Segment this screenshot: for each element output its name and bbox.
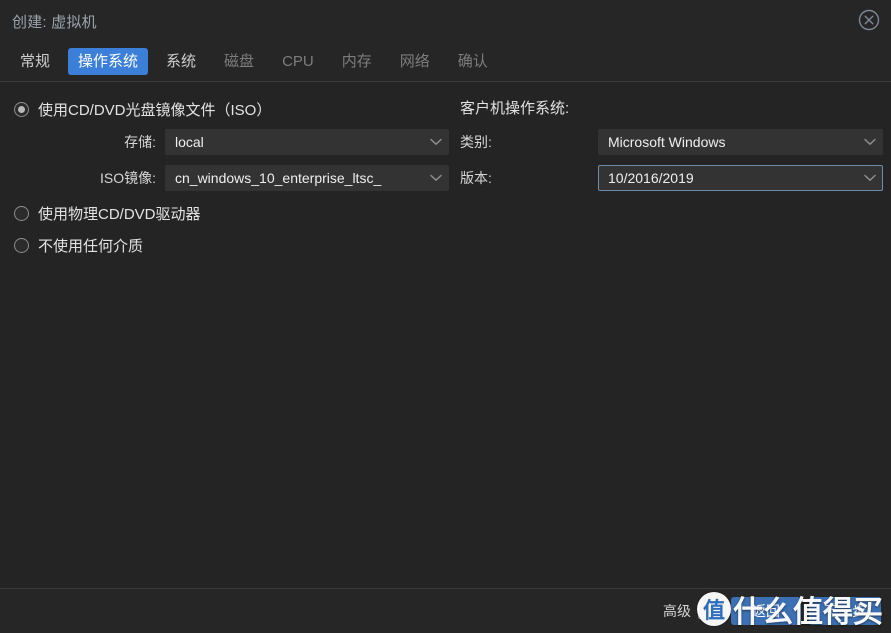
os-version-value: 10/2016/2019 [608,170,694,186]
chevron-down-icon [424,174,448,182]
tab-bar: 常规 操作系统 系统 磁盘 CPU 内存 网络 确认 [0,42,891,82]
iso-image-label: ISO镜像: [99,170,156,186]
tab-general[interactable]: 常规 [10,48,60,75]
advanced-checkbox[interactable] [698,603,713,619]
os-type-field-row: 类别: Microsoft Windows [459,128,891,156]
chevron-down-icon [858,138,882,146]
tab-system[interactable]: 系统 [156,48,206,75]
os-version-select[interactable]: 10/2016/2019 [598,165,883,191]
radio-iso-file-label: 使用CD/DVD光盘镜像文件（ISO） [38,101,272,119]
close-icon[interactable] [855,6,883,34]
storage-select[interactable]: local [165,129,449,155]
tab-cpu[interactable]: CPU [272,48,324,75]
radio-option-no-media[interactable]: 不使用任何介质 [14,232,455,258]
advanced-toggle[interactable]: 高级 [663,601,713,621]
media-column: 使用CD/DVD光盘镜像文件（ISO） 存储: local ISO镜像: cn_… [0,96,455,264]
radio-no-media-label: 不使用任何介质 [38,237,144,255]
iso-image-field-row: ISO镜像: cn_windows_10_enterprise_ltsc_ [14,164,455,192]
chevron-down-icon [424,138,448,146]
radio-no-media-indicator[interactable] [14,237,29,253]
content-columns: 使用CD/DVD光盘镜像文件（ISO） 存储: local ISO镜像: cn_… [0,96,891,264]
dialog-title: 创建: 虚拟机 [12,13,97,31]
radio-physical-drive-label: 使用物理CD/DVD驱动器 [38,205,201,223]
guest-os-section-title: 客户机操作系统: [460,100,570,117]
radio-option-iso-file[interactable]: 使用CD/DVD光盘镜像文件（ISO） [14,96,455,122]
os-type-label: 类别: [460,134,492,150]
next-button[interactable]: 下一步 [809,597,881,625]
dialog-footer: 高级 返回 下一步 值 什么值得买 [0,588,891,633]
tab-network[interactable]: 网络 [390,48,440,75]
dialog-content: 使用CD/DVD光盘镜像文件（ISO） 存储: local ISO镜像: cn_… [0,82,891,588]
tab-memory[interactable]: 内存 [332,48,382,75]
dialog-titlebar: 创建: 虚拟机 [0,0,891,42]
tab-disks[interactable]: 磁盘 [214,48,264,75]
os-type-select[interactable]: Microsoft Windows [598,129,883,155]
os-version-label: 版本: [460,170,492,186]
chevron-down-icon [858,174,882,182]
create-vm-dialog: 创建: 虚拟机 常规 操作系统 系统 磁盘 CPU 内存 网络 确认 使用CD/… [0,0,891,633]
radio-physical-drive-indicator[interactable] [14,205,29,221]
guest-os-column: 客户机操作系统: 类别: Microsoft Windows 版本: 10/20… [455,96,891,200]
iso-image-select[interactable]: cn_windows_10_enterprise_ltsc_ [165,165,449,191]
os-version-field-row: 版本: 10/2016/2019 [459,164,891,192]
storage-label: 存储: [124,134,156,150]
storage-value: local [175,134,204,150]
storage-field-row: 存储: local [14,128,455,156]
back-button[interactable]: 返回 [731,597,801,625]
radio-iso-file-indicator[interactable] [14,101,29,117]
advanced-label: 高级 [663,603,691,619]
tab-confirm[interactable]: 确认 [448,48,498,75]
radio-option-physical-drive[interactable]: 使用物理CD/DVD驱动器 [14,200,455,226]
os-type-value: Microsoft Windows [608,134,726,150]
tab-os[interactable]: 操作系统 [68,48,149,75]
iso-image-value: cn_windows_10_enterprise_ltsc_ [175,170,382,186]
